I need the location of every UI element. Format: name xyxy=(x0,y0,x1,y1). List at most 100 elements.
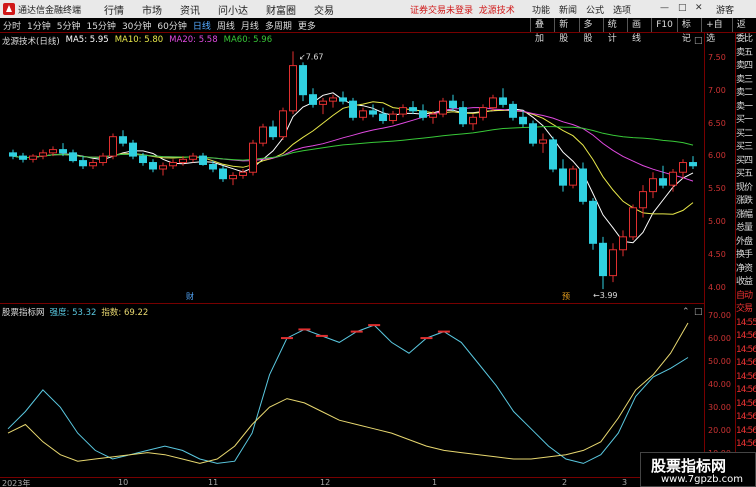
period-tab-1min[interactable]: 1分钟 xyxy=(24,19,54,32)
candle-body xyxy=(159,165,167,170)
guest-label[interactable]: 游客 xyxy=(716,3,734,16)
tool-draw-button[interactable]: 画线 xyxy=(627,18,651,44)
menu-item-function[interactable]: 功能 xyxy=(532,3,550,16)
candle-body xyxy=(629,207,637,238)
menu-item-quotes[interactable]: 行情 xyxy=(95,2,133,17)
side-panel-item[interactable]: 自动 xyxy=(736,290,756,304)
tool-mark-button[interactable]: 标记 xyxy=(676,18,701,44)
period-tab-5min[interactable]: 5分钟 xyxy=(54,19,84,32)
candlestick-chart[interactable]: ↙7.67 ←3.99 财 预 xyxy=(0,33,705,303)
side-panel-item[interactable]: 买三 xyxy=(736,141,756,155)
watermark: 股票指标网 www.7gpzb.com xyxy=(640,452,756,487)
period-tab-more[interactable]: 更多 xyxy=(295,19,319,32)
candle-body xyxy=(679,162,687,173)
side-panel-item[interactable]: 买一 xyxy=(736,114,756,128)
event-tag: 预 xyxy=(562,291,570,301)
login-notice[interactable]: 证券交易未登录 龙源技术 xyxy=(410,3,515,16)
tool-newstock-button[interactable]: 新股 xyxy=(554,18,578,44)
maximize-icon[interactable]: □ xyxy=(678,3,687,13)
tool-overlay-button[interactable]: 叠加 xyxy=(530,18,554,44)
candle-body xyxy=(689,162,697,167)
period-tab-multi[interactable]: 多周期 xyxy=(262,19,295,32)
price-tick: 5.00 xyxy=(708,217,726,226)
quote-side-panel[interactable]: 委比 卖五 卖四 卖三 卖二 卖一 买一 买二 买三 买四 买五 现价 涨跌 涨幅 总量 外盘 换手 净资 收益 自动… xyxy=(735,33,756,477)
side-panel-item[interactable]: 卖二 xyxy=(736,87,756,101)
side-panel-item[interactable]: 买四 xyxy=(736,155,756,169)
side-panel-item[interactable]: 卖四 xyxy=(736,60,756,74)
side-panel-item[interactable]: 14:55 xyxy=(736,317,756,331)
side-panel-item[interactable]: 委比 xyxy=(736,33,756,47)
menu-item-wealth[interactable]: 财富圈 xyxy=(257,2,305,17)
side-panel-item[interactable]: 卖一 xyxy=(736,101,756,115)
side-panel-item[interactable]: 现价 xyxy=(736,182,756,196)
candle-body xyxy=(659,178,667,186)
menu-item-options[interactable]: 选项 xyxy=(613,3,631,16)
side-panel-item[interactable]: 14:56 xyxy=(736,371,756,385)
side-panel-item[interactable]: 净资 xyxy=(736,263,756,277)
period-tab-weekly[interactable]: 周线 xyxy=(214,19,238,32)
side-panel-item[interactable]: 14:56 xyxy=(736,425,756,439)
menu-item-newsfeed[interactable]: 新闻 xyxy=(559,3,577,16)
menu-item-news[interactable]: 资讯 xyxy=(171,2,209,17)
candle-body xyxy=(19,155,27,160)
panel-expand-icon[interactable]: □ xyxy=(694,36,703,46)
side-panel-item[interactable]: 交易 xyxy=(736,303,756,317)
side-panel-item[interactable]: 涨幅 xyxy=(736,209,756,223)
period-tab-monthly[interactable]: 月线 xyxy=(238,19,262,32)
tool-add-watchlist-button[interactable]: +自选 xyxy=(701,18,732,44)
indicator-chart[interactable] xyxy=(0,304,705,478)
side-panel-item[interactable]: 14:56 xyxy=(736,344,756,358)
period-tab-60min[interactable]: 60分钟 xyxy=(154,19,189,32)
candle-body xyxy=(409,107,417,112)
high-price-label: ↙7.67 xyxy=(299,52,324,61)
indicator-panel[interactable]: 股票指标网 强度: 53.32 指数: 69.22 ⌃ □ xyxy=(0,303,705,477)
side-panel-item[interactable]: 14:56 xyxy=(736,384,756,398)
candle-body xyxy=(639,191,647,209)
candle-body xyxy=(119,136,127,144)
candle-body xyxy=(489,97,497,109)
side-panel-item[interactable]: 收益 xyxy=(736,276,756,290)
menu-item-market[interactable]: 市场 xyxy=(133,2,171,17)
side-panel-item[interactable]: 外盘 xyxy=(736,236,756,250)
side-panel-item[interactable]: 卖五 xyxy=(736,47,756,61)
panel-expand-icon[interactable]: □ xyxy=(694,307,703,317)
side-panel-item[interactable]: 14:56 xyxy=(736,411,756,425)
side-panel-item[interactable]: 换手 xyxy=(736,249,756,263)
period-tab-30min[interactable]: 30分钟 xyxy=(119,19,154,32)
indicator-line xyxy=(7,324,689,464)
candle-body xyxy=(289,65,297,112)
side-panel-item[interactable]: 总量 xyxy=(736,222,756,236)
side-panel-item[interactable]: 买二 xyxy=(736,128,756,142)
menu-item-ask[interactable]: 问小达 xyxy=(209,2,257,17)
side-panel-item[interactable]: 14:56 xyxy=(736,330,756,344)
panel-up-icon[interactable]: ⌃ xyxy=(682,307,690,317)
candle-body xyxy=(399,107,407,115)
close-icon[interactable]: ✕ xyxy=(695,3,703,13)
side-panel-item[interactable]: 买五 xyxy=(736,168,756,182)
period-tab-timeshare[interactable]: 分时 xyxy=(0,19,24,32)
candle-body xyxy=(509,103,517,118)
tool-stats-button[interactable]: 统计 xyxy=(602,18,627,44)
candle-body xyxy=(199,155,207,165)
time-label: 2 xyxy=(562,478,568,487)
side-panel-item[interactable]: 涨跌 xyxy=(736,195,756,209)
menu-item-trade[interactable]: 交易 xyxy=(305,2,343,17)
menu-item-formula[interactable]: 公式 xyxy=(586,3,604,16)
candlestick-panel[interactable]: ↙7.67 ←3.99 财 预 龙源技术(日线) MA5: 5.95 MA10: 5.… xyxy=(0,33,705,303)
ma60-value: MA60: 5.96 xyxy=(223,35,273,45)
side-panel-item[interactable]: 卖三 xyxy=(736,74,756,88)
tool-back-button[interactable]: 返回 xyxy=(731,18,756,44)
side-panel-item[interactable]: 14:56 xyxy=(736,357,756,371)
period-tab-daily[interactable]: 日线 xyxy=(190,19,214,32)
tool-multistock-button[interactable]: 多股 xyxy=(578,18,603,44)
period-tab-15min[interactable]: 15分钟 xyxy=(83,19,118,32)
indicator-tick: 30.00 xyxy=(708,403,731,412)
side-panel-item[interactable]: 14:56 xyxy=(736,398,756,412)
side-panel-item[interactable]: 14:56 xyxy=(736,438,756,452)
candle-body xyxy=(89,162,97,167)
candle-body xyxy=(279,110,287,138)
price-tick: 5.50 xyxy=(708,184,726,193)
minimize-icon[interactable]: — xyxy=(660,3,669,13)
tool-f10-button[interactable]: F10 xyxy=(651,18,677,32)
panel-up-icon[interactable]: ⌃ xyxy=(682,36,690,46)
